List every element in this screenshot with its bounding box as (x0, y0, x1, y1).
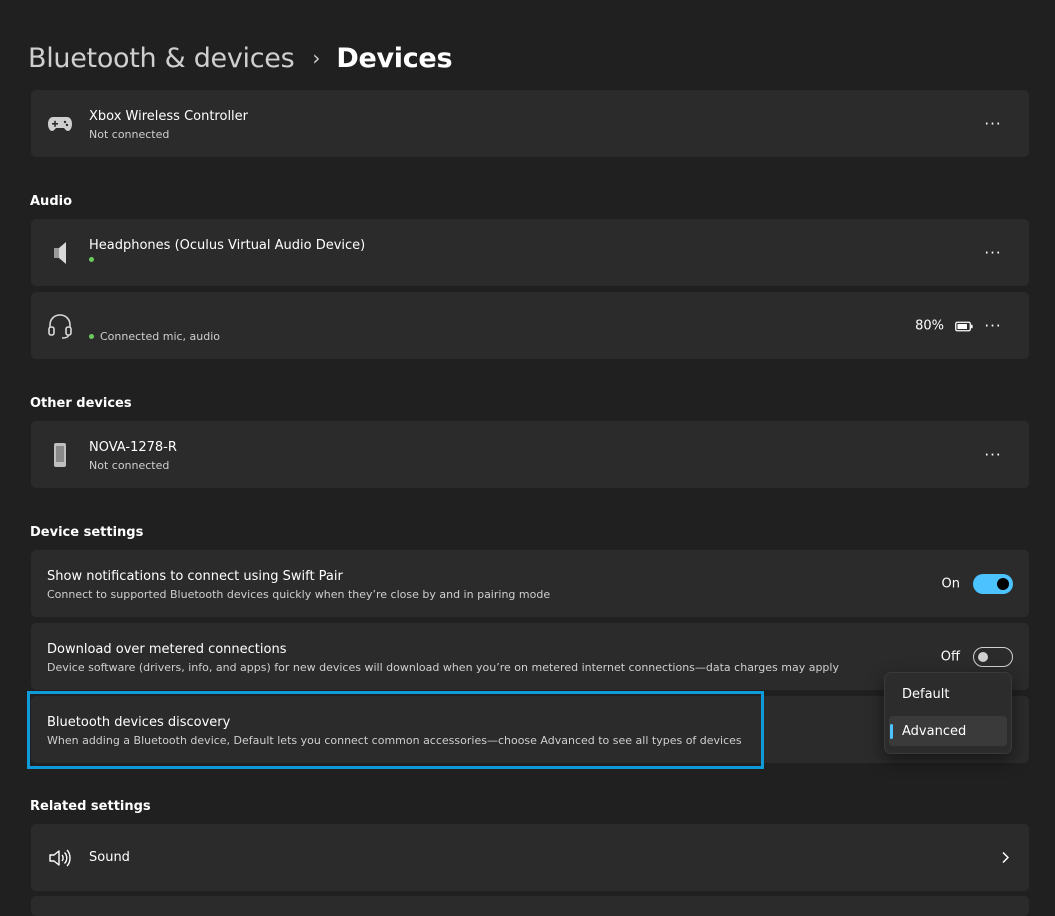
device-status: Not connected (89, 459, 170, 472)
device-name: NOVA-1278-R (89, 440, 177, 455)
discovery-dropdown[interactable]: Default Advanced (884, 672, 1012, 754)
page-title: Devices (336, 42, 453, 74)
setting-metered-download: Download over metered connections Device… (31, 623, 1029, 690)
section-heading-related-settings: Related settings (30, 799, 151, 814)
connected-status-icon (89, 334, 94, 339)
dropdown-option-default[interactable]: Default (889, 679, 1007, 709)
device-card-headphones[interactable]: Headphones (Oculus Virtual Audio Device)… (31, 219, 1029, 286)
setting-description: Device software (drivers, info, and apps… (47, 661, 839, 674)
headset-icon (47, 313, 73, 339)
related-item-sound[interactable]: Sound (31, 824, 1029, 891)
metered-download-toggle[interactable] (973, 646, 1013, 667)
device-name: Headphones (Oculus Virtual Audio Device) (89, 238, 366, 253)
connected-status-icon (89, 257, 94, 262)
phone-icon (47, 442, 73, 468)
device-card-xbox-controller[interactable]: Xbox Wireless Controller Not connected ·… (31, 90, 1029, 157)
related-item-label: Sound (89, 850, 130, 865)
toggle-state-label: Off (940, 649, 960, 664)
device-card-nova[interactable]: NOVA-1278-R Not connected ··· (31, 421, 1029, 488)
device-name: Xbox Wireless Controller (89, 109, 249, 124)
breadcrumb-separator-icon: › (312, 46, 321, 70)
selection-indicator (890, 724, 893, 739)
swift-pair-toggle[interactable] (973, 573, 1013, 594)
more-options-icon[interactable]: ··· (983, 116, 1003, 131)
section-heading-device-settings: Device settings (30, 525, 144, 540)
breadcrumb-parent[interactable]: Bluetooth & devices (28, 43, 295, 74)
focus-highlight (27, 691, 764, 769)
setting-title: Download over metered connections (47, 642, 287, 657)
gamepad-icon (47, 111, 73, 137)
setting-title: Show notifications to connect using Swif… (47, 569, 343, 584)
more-options-icon[interactable]: ··· (983, 318, 1003, 333)
breadcrumb: Bluetooth & devices › Devices (28, 38, 453, 78)
section-heading-other-devices: Other devices (30, 396, 132, 411)
related-item-next[interactable] (31, 896, 1029, 916)
device-status: Connected mic, audio (89, 330, 220, 343)
toggle-state-label: On (941, 576, 960, 591)
battery-icon (955, 316, 973, 335)
device-card-headset[interactable]: Connected mic, audio 80% ··· (31, 292, 1029, 359)
speaker-icon (47, 240, 73, 266)
battery-level: 80% (915, 318, 944, 333)
sound-icon (47, 845, 73, 871)
setting-description: Connect to supported Bluetooth devices q… (47, 588, 551, 601)
more-options-icon[interactable]: ··· (983, 245, 1003, 260)
more-options-icon[interactable]: ··· (983, 447, 1003, 462)
dropdown-option-advanced[interactable]: Advanced (889, 716, 1007, 746)
chevron-right-icon (1001, 848, 1010, 867)
setting-swift-pair: Show notifications to connect using Swif… (31, 550, 1029, 617)
device-status: Not connected (89, 128, 170, 141)
section-heading-audio: Audio (30, 194, 73, 209)
device-status (89, 257, 100, 262)
